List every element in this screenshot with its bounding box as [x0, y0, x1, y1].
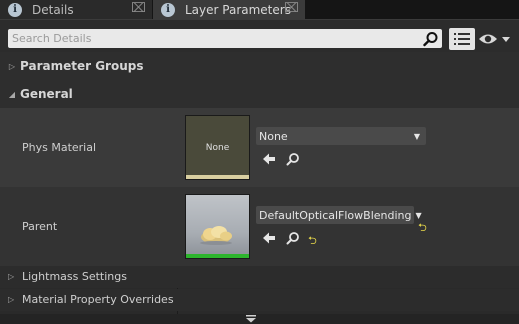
list-view-icon [454, 33, 470, 45]
category-label: Parameter Groups [20, 59, 144, 73]
parent-material-thumbnail[interactable] [185, 194, 250, 259]
thumbnail-type-bar [186, 254, 249, 258]
browse-search-icon[interactable] [286, 231, 300, 245]
category-material-property-overrides[interactable]: ▷ Material Property Overrides [0, 289, 519, 311]
chevron-down-icon [502, 37, 510, 42]
thumbnail-label: None [205, 143, 230, 153]
property-row-parent: Parent [0, 187, 519, 266]
tab-details-label: Details [32, 2, 74, 17]
category-general[interactable]: ◢ General [0, 80, 519, 108]
reset-to-default-icon[interactable]: ⮌ [418, 219, 427, 238]
phys-material-thumbnail[interactable]: None [185, 115, 250, 180]
material-preview-icon [200, 226, 232, 245]
reset-to-default-icon[interactable]: ⮌ [308, 232, 317, 251]
chevron-down-icon[interactable] [245, 315, 257, 323]
eye-icon [479, 34, 497, 44]
info-icon: i [8, 2, 22, 17]
tab-layer-parameters[interactable]: i Layer Parameters ⌧ [153, 0, 305, 19]
phys-material-dropdown[interactable]: None ▼ [256, 127, 426, 145]
search-input[interactable] [8, 29, 442, 48]
collapse-arrow-icon: ◢ [8, 89, 16, 99]
expand-arrow-icon: ▷ [8, 272, 15, 281]
advanced-toggle-bar[interactable] [0, 314, 519, 324]
category-lightmass-settings[interactable]: ▷ Lightmass Settings [0, 266, 519, 288]
dropdown-value: None [259, 129, 288, 143]
chevron-down-icon: ▼ [413, 131, 420, 141]
category-parameter-groups[interactable]: ▷ Parameter Groups [0, 52, 519, 80]
tab-details[interactable]: i Details ⌧ [0, 0, 152, 19]
tab-close-icon[interactable]: ⌧ [131, 1, 146, 16]
property-row-phys-material: Phys Material [0, 108, 519, 187]
expand-arrow-icon: ▷ [8, 295, 15, 304]
info-icon: i [161, 2, 175, 17]
parent-material-dropdown[interactable]: DefaultOpticalFlowBlending ▼ [256, 206, 422, 224]
property-label: Parent [22, 220, 58, 233]
expand-arrow-icon: ▷ [8, 61, 16, 71]
category-label: General [20, 87, 73, 101]
view-options-button[interactable] [449, 28, 475, 50]
category-label: Material Property Overrides [22, 293, 174, 306]
search-icon[interactable] [423, 31, 439, 47]
dropdown-value: DefaultOpticalFlowBlending [259, 208, 412, 222]
tab-close-icon[interactable]: ⌧ [284, 1, 299, 16]
visibility-filter-button[interactable] [478, 29, 512, 49]
use-selected-arrow-icon[interactable] [262, 152, 276, 166]
tab-bar: i Details ⌧ i Layer Parameters ⌧ [0, 0, 519, 19]
search-toolbar [0, 19, 519, 52]
category-label: Lightmass Settings [22, 270, 127, 283]
details-panel: ▷ Parameter Groups ◢ General Phys Materi… [0, 52, 519, 314]
tab-layer-parameters-label: Layer Parameters [185, 2, 291, 17]
property-label: Phys Material [22, 141, 97, 154]
thumbnail-type-bar [186, 175, 249, 179]
use-selected-arrow-icon[interactable] [262, 231, 276, 245]
browse-search-icon[interactable] [286, 152, 300, 166]
